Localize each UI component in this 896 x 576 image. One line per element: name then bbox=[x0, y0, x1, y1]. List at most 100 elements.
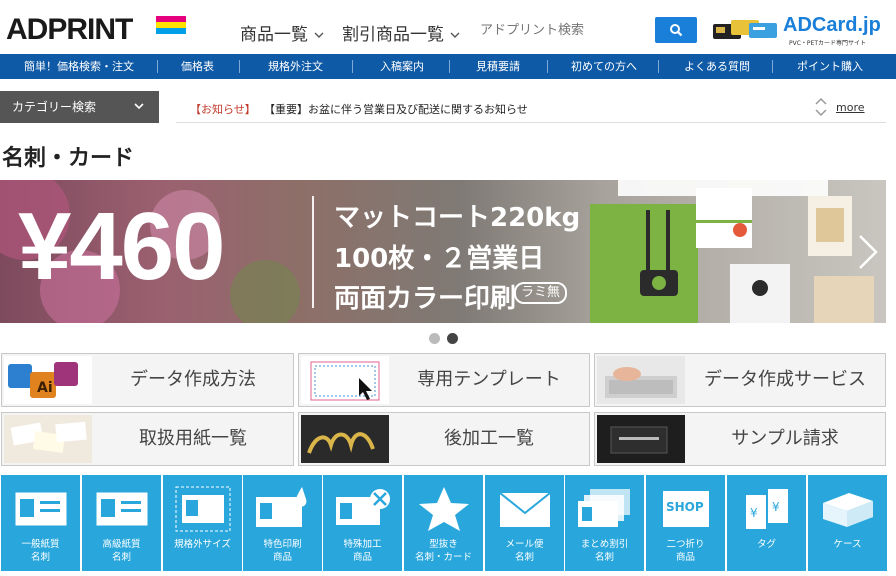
tile-data-creation-service[interactable]: データ作成サービス bbox=[594, 353, 886, 407]
news-more-link[interactable]: more bbox=[836, 101, 865, 114]
search-input[interactable] bbox=[474, 17, 654, 43]
main-nav-bar: 簡単！価格検索・注文 価格表 規格外注文 入稿案内 見積要請 初めての方へ よく… bbox=[0, 54, 896, 79]
nav-separator bbox=[239, 60, 240, 73]
nav-faq[interactable]: よくある質問 bbox=[684, 54, 750, 79]
nav-separator bbox=[658, 60, 659, 73]
card-tools-icon bbox=[336, 489, 390, 525]
category-search-button[interactable]: カテゴリー検索 bbox=[0, 91, 159, 123]
slide-dot-1[interactable] bbox=[429, 333, 440, 344]
shop-card-icon: SHOP bbox=[663, 491, 709, 527]
banner-badge: ラミ無 bbox=[514, 282, 568, 304]
category-tile[interactable]: 特色印刷 商品 bbox=[243, 475, 322, 571]
category-tile[interactable]: SHOP 二つ折り 商品 bbox=[646, 475, 725, 571]
nav-beginners[interactable]: 初めての方へ bbox=[571, 54, 637, 79]
category-tile[interactable]: ¥ ¥ タグ bbox=[727, 475, 806, 571]
svg-text:SHOP: SHOP bbox=[666, 500, 704, 514]
tile-label: データ作成方法 bbox=[130, 369, 256, 390]
category-tile[interactable]: 特殊加工 商品 bbox=[323, 475, 402, 571]
star-icon bbox=[419, 487, 469, 531]
envelope-icon bbox=[499, 492, 551, 527]
news-label: 【お知らせ】 bbox=[190, 103, 256, 116]
card-stack-icon bbox=[578, 489, 630, 527]
flower-decoration bbox=[230, 260, 300, 323]
nav-point-purchase[interactable]: ポイント購入 bbox=[797, 54, 863, 79]
nav-discount-products[interactable]: 割引商品一覧 bbox=[342, 20, 461, 45]
tile-label: 後加工一覧 bbox=[444, 428, 534, 449]
category-tile[interactable]: 型抜き 名刺・カード bbox=[404, 475, 483, 571]
category-label: 一般紙質 名刺 bbox=[21, 539, 60, 563]
svg-text:Ai: Ai bbox=[37, 380, 53, 396]
box-icon bbox=[823, 493, 873, 527]
chevron-right-icon[interactable] bbox=[854, 232, 882, 272]
template-cursor-icon bbox=[301, 356, 389, 404]
nav-price-table[interactable]: 価格表 bbox=[181, 54, 214, 79]
category-label: 二つ折り 商品 bbox=[666, 539, 705, 563]
banner-line-3: 両面カラー印刷 bbox=[334, 284, 517, 314]
nav-custom-order[interactable]: 規格外注文 bbox=[268, 54, 323, 79]
site-header: ADPRINT 商品一覧 割引商品一覧 ADCard.jp PVC・PETカード… bbox=[0, 0, 896, 54]
adcard-link[interactable]: ADCard.jp PVC・PETカード専門サイト bbox=[713, 14, 883, 47]
category-label: ケース bbox=[833, 539, 862, 550]
category-label: 特殊加工 商品 bbox=[343, 539, 382, 563]
category-label: まとめ割引 名刺 bbox=[580, 539, 629, 563]
cards-icon bbox=[713, 20, 777, 39]
category-tile[interactable]: ケース bbox=[808, 475, 887, 571]
nav-price-search-order[interactable]: 簡単！価格検索・注文 bbox=[24, 54, 134, 79]
tile-label: サンプル請求 bbox=[731, 428, 839, 449]
svg-text:¥: ¥ bbox=[772, 500, 780, 514]
category-label: メール便 名刺 bbox=[505, 539, 544, 563]
nav-separator bbox=[157, 60, 158, 73]
banner-line-1: マットコート220kg bbox=[334, 203, 581, 233]
tile-label: データ作成サービス bbox=[704, 369, 866, 390]
card-icon bbox=[15, 492, 67, 526]
adcard-title: ADCard.jp bbox=[783, 14, 881, 36]
up-down-arrows-icon[interactable] bbox=[814, 95, 828, 119]
tile-sample-request[interactable]: サンプル請求 bbox=[594, 412, 886, 466]
card-drop-icon bbox=[256, 487, 307, 527]
category-label: 特色印刷 商品 bbox=[263, 539, 302, 563]
nav-separator bbox=[352, 60, 353, 73]
category-label: 型抜き 名刺・カード bbox=[414, 539, 472, 563]
category-tile[interactable]: メール便 名刺 bbox=[485, 475, 564, 571]
category-tile[interactable]: 高級紙質 名刺 bbox=[82, 475, 161, 571]
tile-label: 専用テンプレート bbox=[417, 369, 561, 390]
news-divider bbox=[176, 122, 886, 123]
page-title: 名刺・カード bbox=[2, 146, 135, 171]
design-software-icon: Ai bbox=[4, 356, 92, 404]
business-cards-illustration bbox=[590, 180, 874, 323]
card-crop-icon bbox=[175, 486, 231, 532]
tile-paper-list[interactable]: 取扱用紙一覧 bbox=[1, 412, 294, 466]
chevron-down-icon bbox=[450, 32, 460, 38]
search-button[interactable] bbox=[655, 17, 697, 43]
category-tile[interactable]: まとめ割引 名刺 bbox=[565, 475, 644, 571]
keyboard-typing-icon bbox=[597, 356, 685, 404]
nav-products[interactable]: 商品一覧 bbox=[240, 20, 325, 45]
paper-samples-icon bbox=[4, 415, 92, 463]
nav-separator bbox=[547, 60, 548, 73]
news-headline[interactable]: 【重要】お盆に伴う営業日及び配送に関するお知らせ bbox=[264, 101, 528, 117]
card-icon bbox=[96, 492, 148, 526]
tile-template[interactable]: 専用テンプレート bbox=[298, 353, 590, 407]
tile-data-creation-method[interactable]: Ai データ作成方法 bbox=[1, 353, 294, 407]
svg-text:¥: ¥ bbox=[750, 506, 758, 520]
nav-quote-request[interactable]: 見積要請 bbox=[476, 54, 520, 79]
search-icon bbox=[670, 24, 683, 37]
foil-stamp-icon bbox=[301, 415, 389, 463]
banner-divider bbox=[312, 196, 314, 308]
slide-dot-2-active[interactable] bbox=[447, 333, 458, 344]
nav-separator bbox=[449, 60, 450, 73]
site-logo[interactable]: ADPRINT bbox=[6, 13, 133, 47]
category-tile[interactable]: 一般紙質 名刺 bbox=[1, 475, 80, 571]
adcard-subtitle: PVC・PETカード専門サイト bbox=[789, 40, 866, 47]
chevron-down-icon bbox=[133, 91, 145, 123]
tile-label: 取扱用紙一覧 bbox=[139, 428, 247, 449]
chevron-down-icon bbox=[314, 32, 324, 38]
logo-flag-icon bbox=[156, 16, 186, 40]
sample-card-icon bbox=[597, 415, 685, 463]
category-label: タグ bbox=[756, 539, 776, 550]
category-tile[interactable]: 規格外サイズ bbox=[163, 475, 242, 571]
nav-submission-guide[interactable]: 入稿案内 bbox=[380, 54, 424, 79]
nav-separator bbox=[772, 60, 773, 73]
tag-icon: ¥ ¥ bbox=[746, 489, 788, 529]
tile-post-processing[interactable]: 後加工一覧 bbox=[298, 412, 590, 466]
